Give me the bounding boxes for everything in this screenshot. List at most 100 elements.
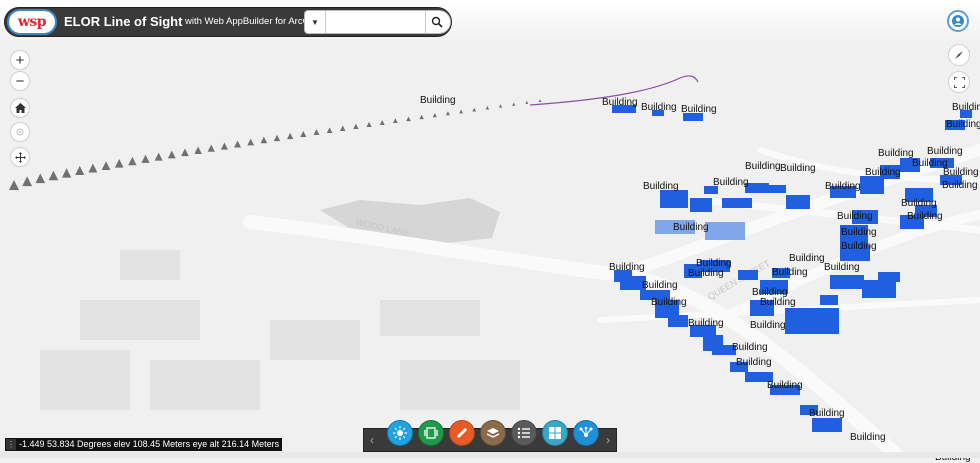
building-label: Building bbox=[901, 198, 937, 209]
basemap-gallery-button[interactable] bbox=[542, 420, 568, 446]
basemap-gallery-icon bbox=[549, 427, 561, 439]
pan-button[interactable] bbox=[10, 147, 30, 167]
building-label: Building bbox=[745, 161, 781, 172]
building-block[interactable] bbox=[745, 183, 769, 193]
building-label: Building bbox=[750, 320, 786, 331]
map-scene[interactable]: WOOD LANE QUEEN STREET bbox=[0, 0, 980, 458]
building-label: Building bbox=[825, 181, 861, 192]
building-block[interactable] bbox=[690, 198, 712, 212]
building-label: Building bbox=[609, 262, 645, 273]
building-label: Building bbox=[760, 297, 796, 308]
building-block[interactable] bbox=[820, 295, 838, 305]
building-label: Building bbox=[673, 222, 709, 233]
slides-button[interactable] bbox=[418, 420, 444, 446]
toolbar-prev-button[interactable]: ‹ bbox=[370, 433, 374, 447]
building-label: Building bbox=[841, 241, 877, 252]
fullscreen-button[interactable] bbox=[948, 71, 970, 93]
daylight-button[interactable] bbox=[387, 420, 413, 446]
building-label: Building bbox=[602, 97, 638, 108]
plus-icon: + bbox=[15, 51, 25, 69]
building-label: Building bbox=[688, 318, 724, 329]
building-label: Building bbox=[841, 227, 877, 238]
fullscreen-icon bbox=[953, 76, 965, 88]
building-block[interactable] bbox=[878, 272, 900, 282]
building-label: Building bbox=[641, 102, 677, 113]
building-label: Building bbox=[850, 432, 886, 443]
coordinate-text: -1.449 53.834 Degrees elev 108.45 Meters… bbox=[19, 439, 280, 449]
building-block[interactable] bbox=[830, 275, 864, 289]
building-block[interactable] bbox=[768, 185, 786, 193]
building-label: Building bbox=[942, 180, 978, 191]
caret-down-icon: ▼ bbox=[311, 17, 319, 27]
building-label: Building bbox=[927, 146, 963, 157]
building-label: Building bbox=[789, 253, 825, 264]
building-label: Building bbox=[824, 262, 860, 273]
building-label: Building bbox=[907, 211, 943, 222]
slides-icon bbox=[424, 427, 438, 439]
layer-list-button[interactable] bbox=[511, 420, 537, 446]
building-label: Building bbox=[420, 95, 456, 106]
share-icon bbox=[579, 426, 593, 437]
building-label: Building bbox=[943, 167, 979, 178]
building-label: Building bbox=[946, 119, 980, 130]
daylight-icon bbox=[393, 426, 407, 440]
minus-icon: − bbox=[15, 72, 25, 90]
home-button[interactable] bbox=[10, 98, 30, 118]
building-label: Building bbox=[713, 177, 749, 188]
home-icon bbox=[14, 103, 26, 113]
building-label: Building bbox=[642, 280, 678, 291]
search-icon bbox=[431, 16, 443, 28]
app-header: wsp ELOR Line of Sight with Web AppBuild… bbox=[4, 7, 452, 37]
coordinate-toggle-icon[interactable]: ⋮ bbox=[6, 439, 16, 450]
building-label: Building bbox=[878, 148, 914, 159]
building-label: Building bbox=[772, 267, 808, 278]
search-box: ▼ bbox=[304, 10, 451, 34]
building-label: Building bbox=[952, 102, 980, 113]
attribution-bar bbox=[0, 452, 980, 458]
locate-icon bbox=[16, 128, 24, 136]
widget-toolbar: ‹ › bbox=[363, 420, 617, 452]
locate-button[interactable] bbox=[10, 122, 30, 142]
toolbar-next-button[interactable]: › bbox=[606, 433, 610, 447]
zoom-in-button[interactable]: + bbox=[10, 50, 30, 70]
building-block[interactable] bbox=[786, 195, 810, 209]
building-block[interactable] bbox=[862, 280, 896, 298]
building-block[interactable] bbox=[812, 418, 842, 432]
pan-icon bbox=[14, 151, 26, 163]
building-label: Building bbox=[681, 104, 717, 115]
building-label: Building bbox=[809, 408, 845, 419]
coordinate-readout: ⋮ -1.449 53.834 Degrees elev 108.45 Meter… bbox=[5, 438, 283, 451]
building-label: Building bbox=[767, 380, 803, 391]
user-icon bbox=[952, 15, 964, 27]
building-label: Building bbox=[688, 268, 724, 279]
building-label: Building bbox=[643, 181, 679, 192]
building-label: Building bbox=[837, 211, 873, 222]
building-block[interactable] bbox=[785, 308, 839, 334]
building-label: Building bbox=[732, 342, 768, 353]
building-label: Building bbox=[865, 167, 901, 178]
compass-button[interactable] bbox=[948, 44, 970, 66]
app-title: ELOR Line of Sight bbox=[64, 14, 183, 29]
building-label: Building bbox=[651, 297, 687, 308]
user-button[interactable] bbox=[947, 10, 969, 32]
app-subtitle: with Web AppBuilder for ArcGIS bbox=[185, 16, 307, 27]
measure-icon bbox=[457, 428, 467, 438]
zoom-out-button[interactable]: − bbox=[10, 71, 30, 91]
search-button[interactable] bbox=[425, 11, 448, 33]
search-source-dropdown[interactable]: ▼ bbox=[305, 11, 326, 33]
building-label: Building bbox=[780, 163, 816, 174]
building-block[interactable] bbox=[660, 190, 688, 208]
logo: wsp bbox=[7, 9, 57, 35]
layers-icon bbox=[486, 428, 500, 438]
measure-button[interactable] bbox=[449, 420, 475, 446]
share-button[interactable] bbox=[573, 420, 599, 446]
compass-icon bbox=[955, 51, 963, 59]
search-input[interactable] bbox=[326, 13, 432, 31]
building-block[interactable] bbox=[722, 198, 752, 208]
building-footprint bbox=[705, 222, 745, 240]
layers-button[interactable] bbox=[480, 420, 506, 446]
building-block[interactable] bbox=[668, 315, 688, 327]
layer-list-icon bbox=[517, 427, 530, 439]
building-block[interactable] bbox=[738, 270, 758, 280]
building-label: Building bbox=[736, 357, 772, 368]
